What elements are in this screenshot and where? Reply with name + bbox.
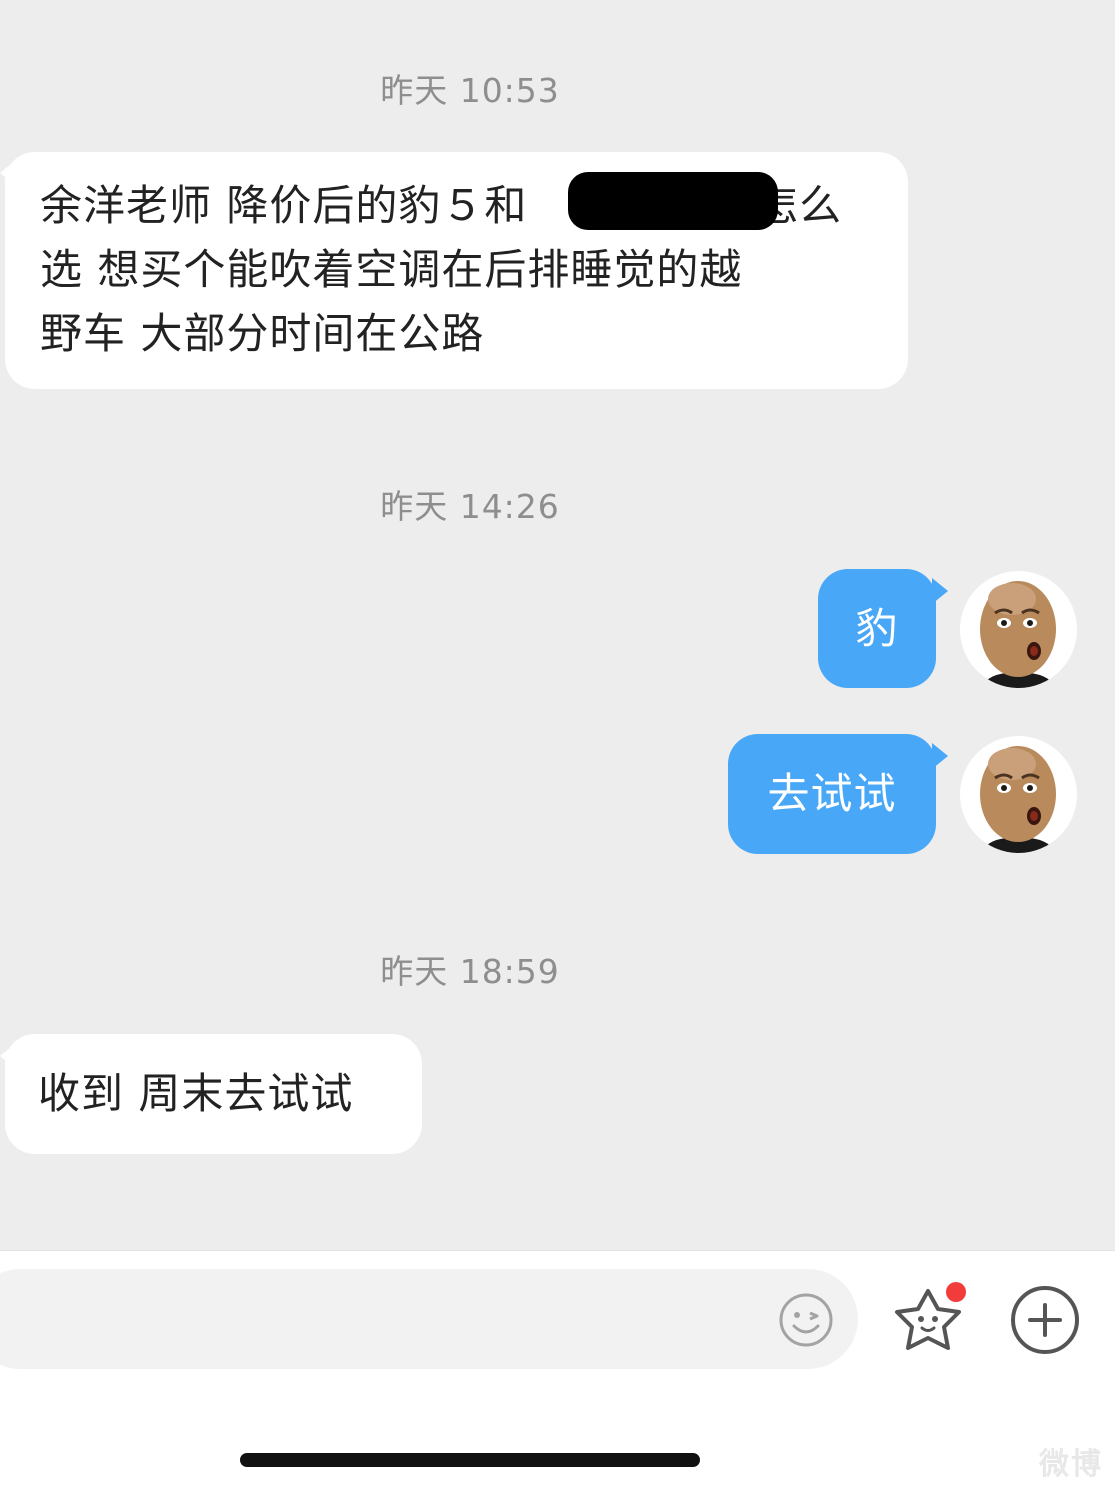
bubble-tail — [0, 160, 16, 186]
outgoing-message-bubble[interactable]: 去试试 — [728, 734, 936, 854]
timestamp: 昨天 10:53 — [380, 71, 560, 110]
bubble-tail — [932, 743, 948, 769]
message-line: 选 想买个能吹着空调在后排睡觉的越 — [40, 245, 743, 294]
bubble-tail — [0, 1043, 16, 1069]
message-text: 去试试 — [767, 769, 897, 818]
watermark: 微博 — [1039, 1448, 1103, 1481]
emoji-icon[interactable] — [777, 1291, 835, 1349]
message-line: 野车 大部分时间在公路 — [40, 309, 485, 358]
input-toolbar: 微博 — [0, 1250, 1115, 1491]
home-indicator[interactable] — [240, 1453, 700, 1467]
redaction-mark — [568, 172, 778, 230]
chat-area: 昨天 10:53 余洋老师 降价后的豹５和 怎么 选 想买个能吹着空调在后排睡觉… — [0, 0, 1115, 1250]
bubble-tail — [932, 578, 948, 604]
bald-man-avatar-icon — [980, 746, 1057, 853]
message-text: 收到 周末去试试 — [38, 1069, 354, 1118]
avatar[interactable] — [960, 736, 1077, 853]
plus-icon[interactable] — [1010, 1285, 1080, 1355]
avatar[interactable] — [960, 571, 1077, 688]
message-text: 余洋老师 降价后的豹５和 — [40, 181, 528, 230]
incoming-message-bubble[interactable]: 收到 周末去试试 — [5, 1034, 422, 1154]
bald-man-avatar-icon — [980, 581, 1057, 688]
timestamp: 昨天 14:26 — [380, 487, 560, 526]
star-sticker-icon[interactable] — [888, 1281, 972, 1357]
message-text: 豹 — [855, 604, 899, 653]
timestamp: 昨天 18:59 — [380, 952, 560, 991]
outgoing-message-bubble[interactable]: 豹 — [818, 569, 936, 688]
notification-dot — [946, 1282, 966, 1302]
message-input[interactable] — [0, 1269, 858, 1369]
